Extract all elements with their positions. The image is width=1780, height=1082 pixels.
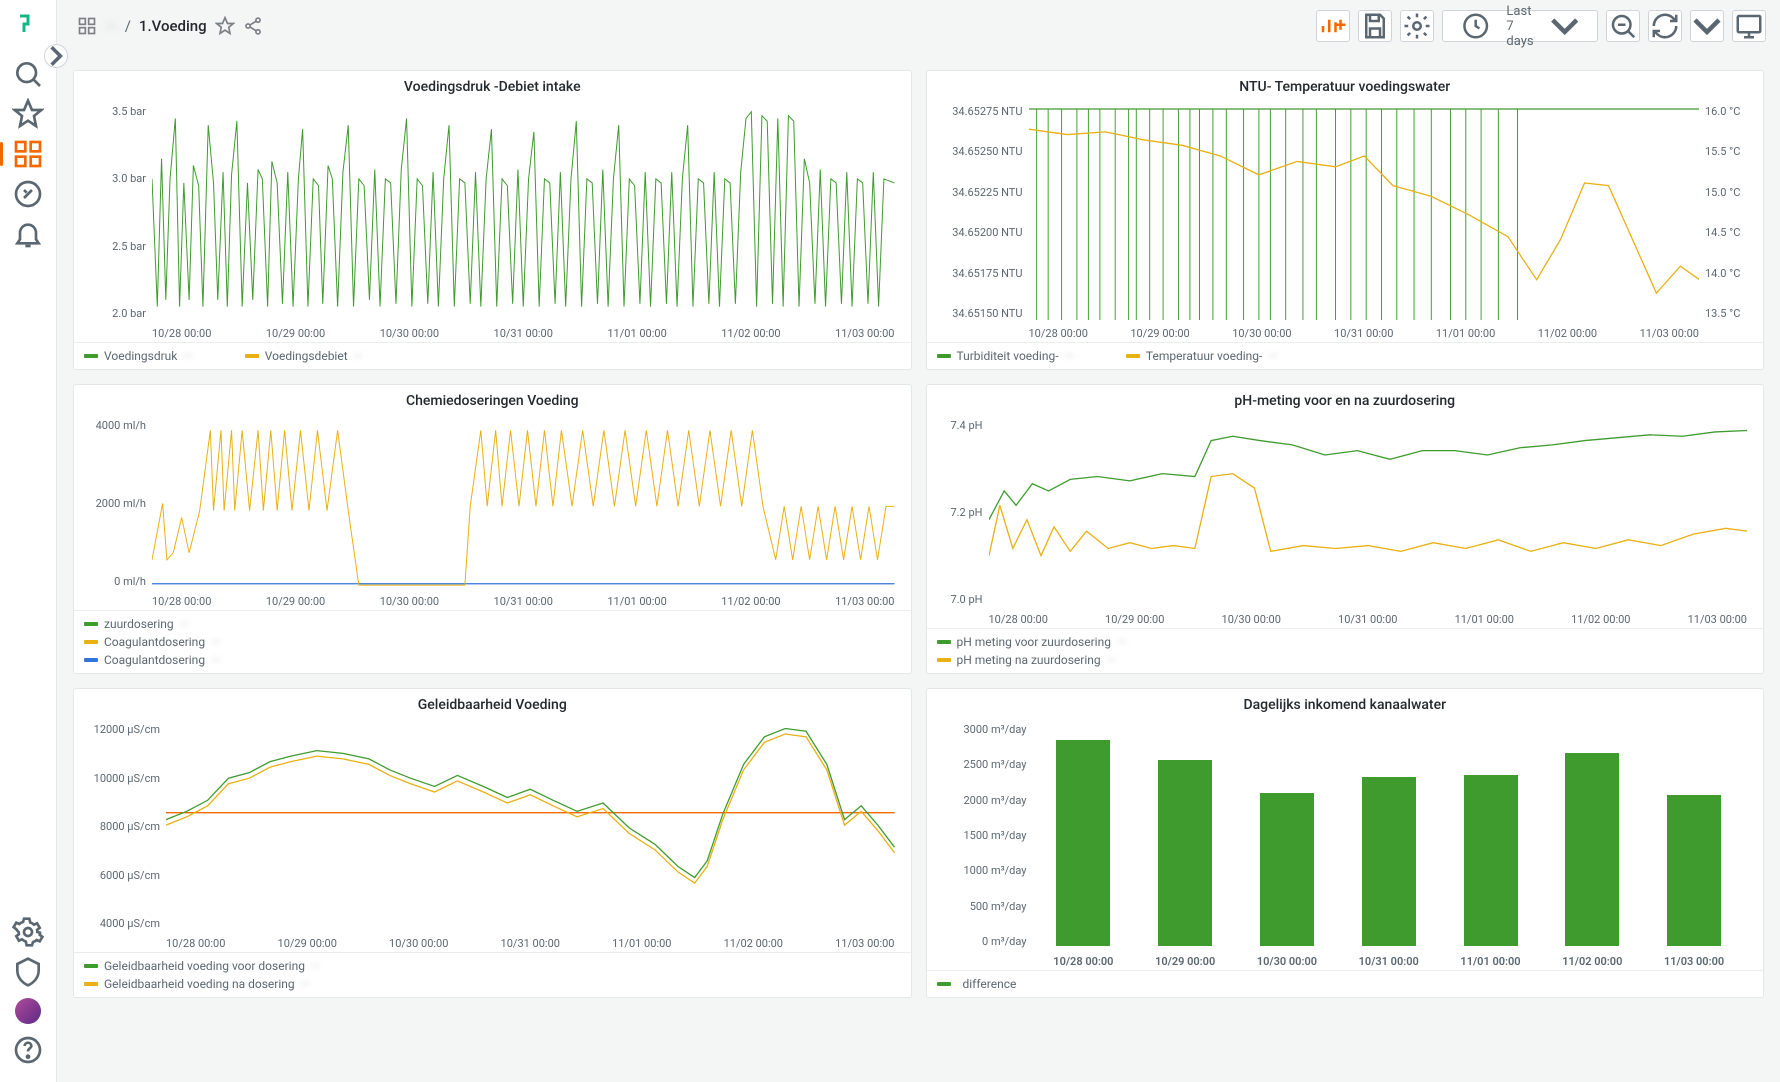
y-axis-left: 34.65275 NTU34.65250 NTU34.65225 NTU34.6… [933,105,1029,320]
dashboards-crumb-icon[interactable] [77,16,97,36]
add-panel-button[interactable] [1316,10,1350,42]
help-icon[interactable] [12,1034,44,1066]
legend: Geleidbaarheid voeding voor dosering— Ge… [74,952,911,997]
legend: difference [927,970,1764,997]
bar [1260,793,1314,946]
x-axis: 10/28 00:0010/29 00:0010/30 00:0010/31 0… [166,937,895,950]
toolbar: Last 7 days [1316,10,1766,42]
dashboards-icon[interactable] [12,138,44,170]
page-title: 1.Voeding [139,17,207,35]
shield-icon[interactable] [12,956,44,988]
legend: Turbiditeit voeding-— Temperatuur voedin… [927,342,1764,369]
x-axis: 10/28 00:0010/29 00:0010/30 00:0010/31 0… [152,327,895,340]
legend: zuurdosering— Coagulantdosering— Coagula… [74,610,911,673]
save-button[interactable] [1358,10,1392,42]
panel-title: Voedingsdruk -Debiet intake [74,71,911,99]
topbar: — / 1.Voeding Last 7 days [57,0,1780,52]
legend: pH meting voor zuurdosering— pH meting n… [927,628,1764,673]
x-axis: 10/28 00:0010/29 00:0010/30 00:0010/31 0… [1029,327,1700,340]
panel-geleidbaarheid[interactable]: Geleidbaarheid Voeding 12000 μS/cm10000 … [73,688,912,998]
avatar[interactable] [15,998,41,1024]
chevron-down-icon [1540,11,1589,41]
settings-button[interactable] [1400,10,1434,42]
panel-title: Chemiedoseringen Voeding [74,385,911,413]
y-axis: 12000 μS/cm10000 μS/cm8000 μS/cm6000 μS/… [80,723,166,930]
bar [1158,760,1212,946]
panel-ph-meting[interactable]: pH-meting voor en na zuurdosering 7.4 pH… [926,384,1765,674]
bar [1565,753,1619,946]
refresh-interval-button[interactable] [1690,10,1724,42]
panel-dagelijks-kanaalwater[interactable]: Dagelijks inkomend kanaalwater 3000 m³/d… [926,688,1765,998]
refresh-button[interactable] [1648,10,1682,42]
panel-title: pH-meting voor en na zuurdosering [927,385,1764,413]
sidebar-expand-button[interactable] [44,44,68,68]
time-range-picker[interactable]: Last 7 days [1442,10,1598,42]
plot[interactable]: 12000 μS/cm10000 μS/cm8000 μS/cm6000 μS/… [80,719,903,950]
y-axis: 4000 ml/h2000 ml/h0 ml/h [80,419,152,588]
panel-grid: Voedingsdruk -Debiet intake 3.5 bar3.0 b… [57,52,1780,1082]
panel-chemiedoseringen[interactable]: Chemiedoseringen Voeding 4000 ml/h2000 m… [73,384,912,674]
panel-voedingsdruk[interactable]: Voedingsdruk -Debiet intake 3.5 bar3.0 b… [73,70,912,370]
zoom-out-button[interactable] [1606,10,1640,42]
plot[interactable]: 3.5 bar3.0 bar2.5 bar2.0 bar 10/28 00:00… [80,101,903,340]
panel-title: Dagelijks inkomend kanaalwater [927,689,1764,717]
alerts-icon[interactable] [12,218,44,250]
favorites-icon[interactable] [12,98,44,130]
x-axis: 10/28 00:0010/29 00:0010/30 00:0010/31 0… [152,595,895,608]
kiosk-button[interactable] [1732,10,1766,42]
time-range-label: Last 7 days [1506,4,1533,49]
panel-title: NTU- Temperatuur voedingswater [927,71,1764,99]
y-axis: 3000 m³/day2500 m³/day2000 m³/day1500 m³… [933,723,1033,948]
x-axis: 10/28 00:0010/29 00:0010/30 00:0010/31 0… [1033,955,1746,968]
y-axis: 7.4 pH7.2 pH7.0 pH [933,419,989,606]
panel-ntu-temp[interactable]: NTU- Temperatuur voedingswater 34.65275 … [926,70,1765,370]
plot[interactable]: 4000 ml/h2000 ml/h0 ml/h 10/28 00:0010/2… [80,415,903,608]
bars [1033,725,1746,946]
search-icon[interactable] [12,58,44,90]
breadcrumb: — / 1.Voeding [77,16,263,36]
y-axis: 3.5 bar3.0 bar2.5 bar2.0 bar [80,105,152,320]
breadcrumb-parent[interactable]: — [105,17,117,35]
bar [1464,775,1518,946]
x-axis: 10/28 00:0010/29 00:0010/30 00:0010/31 0… [989,613,1748,626]
bar [1362,777,1416,946]
y-axis-right: 16.0 °C15.5 °C15.0 °C14.5 °C14.0 °C13.5 … [1699,105,1755,320]
panel-title: Geleidbaarheid Voeding [74,689,911,717]
plot[interactable]: 34.65275 NTU34.65250 NTU34.65225 NTU34.6… [933,101,1756,340]
app-logo[interactable] [16,12,40,36]
plot[interactable]: 3000 m³/day2500 m³/day2000 m³/day1500 m³… [933,719,1756,968]
plot[interactable]: 7.4 pH7.2 pH7.0 pH 10/28 00:0010/29 00:0… [933,415,1756,626]
share-icon[interactable] [243,16,263,36]
sidebar [0,0,57,1082]
admin-gear-icon[interactable] [12,916,44,948]
bar [1056,740,1110,946]
explore-icon[interactable] [12,178,44,210]
legend: Voedingsdruk— Voedingsdebiet— [74,342,911,369]
star-icon[interactable] [215,16,235,36]
bar [1667,795,1721,946]
